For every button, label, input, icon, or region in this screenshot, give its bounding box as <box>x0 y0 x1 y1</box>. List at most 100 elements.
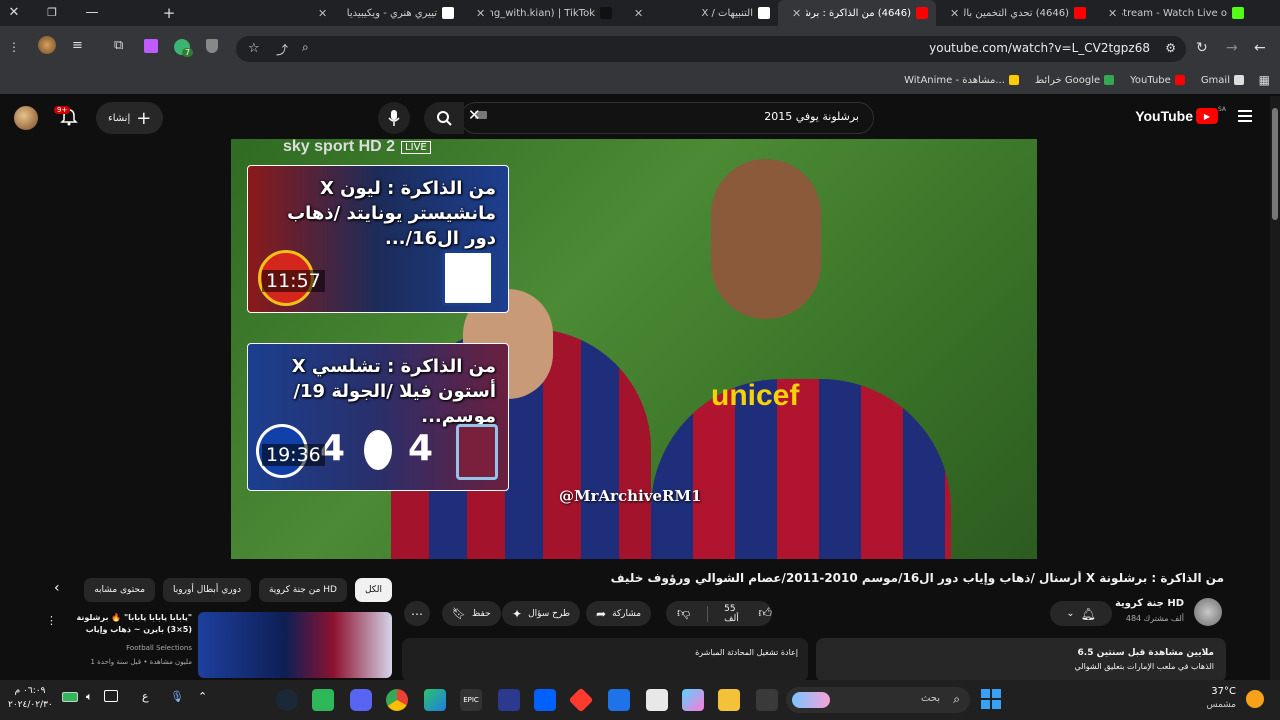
filter-chip[interactable]: دوري أبطال أوروبا <box>163 578 251 602</box>
plus-icon: + <box>136 107 152 129</box>
clear-search-icon[interactable]: ✕ <box>468 106 481 124</box>
close-tab-icon[interactable]: ✕ <box>792 7 801 20</box>
shield-icon[interactable] <box>206 39 218 53</box>
bookmark-item[interactable]: WitAnime - مشاهدة... <box>904 66 1019 94</box>
suggested-video-title[interactable]: "يابابا يابابا يابابا" 🔥 برشلونة (5×3) ب… <box>64 612 193 636</box>
address-bar[interactable]: ☆ ⤴ ⌕ youtube.com/watch?v=L_CV2tgpz68 ⚙ <box>236 36 1186 62</box>
browser-tab[interactable]: ooking_with.kian) | TikTok ✕ <box>462 0 620 26</box>
steam-icon[interactable] <box>276 689 298 711</box>
close-window-icon[interactable]: ✕ <box>6 5 22 21</box>
search-button[interactable] <box>424 102 464 134</box>
filter-chip[interactable]: من جنة كروية HD <box>258 578 347 602</box>
browser-tab[interactable]: تييري هنري - ويكيبيديا ✕ <box>304 0 462 26</box>
account-avatar[interactable] <box>14 106 38 130</box>
extension-icon[interactable] <box>144 39 158 53</box>
zoom-icon[interactable]: ⌕ <box>302 40 309 55</box>
forward-icon[interactable]: → <box>1226 40 1238 56</box>
extensions-icon[interactable]: ⧉ <box>114 38 123 53</box>
browser-tab[interactable]: (4646) من الذاكرة : برشلونة ✕ <box>778 0 936 26</box>
close-tab-icon[interactable]: ✕ <box>1108 7 1117 20</box>
suggested-video-thumbnail[interactable] <box>198 612 392 678</box>
profile-avatar[interactable] <box>38 36 56 54</box>
bookmark-item[interactable]: YouTube <box>1130 66 1185 94</box>
store-icon[interactable] <box>646 689 668 711</box>
chrome-icon[interactable] <box>386 689 408 711</box>
menu-dots-icon[interactable]: ⋮ <box>8 40 22 54</box>
bookmark-item[interactable]: Gmail <box>1201 66 1244 94</box>
live-chat-replay[interactable]: إعادة تشغيل المحادثة المباشرة <box>402 638 808 682</box>
share-button[interactable]: ➦ مشاركة <box>586 601 652 626</box>
url-text[interactable]: youtube.com/watch?v=L_CV2tgpz68 <box>929 41 1150 55</box>
end-card-score-right: 4 <box>408 428 434 469</box>
taskbar-search[interactable]: ⌕ بحث <box>786 687 970 713</box>
language-indicator[interactable]: ع <box>142 690 149 703</box>
filter-chip[interactable]: الكل <box>354 578 392 602</box>
copilot-icon[interactable] <box>682 689 704 711</box>
apps-icon[interactable]: ▦ <box>1259 73 1270 87</box>
app-icon[interactable] <box>312 689 334 711</box>
display-icon[interactable] <box>104 690 118 702</box>
file-explorer-icon[interactable] <box>718 689 740 711</box>
dislike-button[interactable]: 👎︎ <box>666 606 701 621</box>
close-tab-icon[interactable]: ✕ <box>634 7 643 20</box>
channel-name[interactable]: جنة كروية HD <box>1115 598 1184 609</box>
battery-icon[interactable] <box>62 692 78 702</box>
epic-games-icon[interactable]: EPIC <box>460 689 482 711</box>
like-button[interactable]: 👍︎ <box>758 606 772 621</box>
clock-date[interactable]: ٢٠٢٤/٠٢/٣٠ <box>8 700 53 710</box>
channel-avatar[interactable] <box>1194 598 1222 626</box>
restore-window-icon[interactable]: ❐ <box>44 5 60 21</box>
scrollbar-thumb[interactable] <box>1272 108 1278 220</box>
close-tab-icon[interactable]: ✕ <box>950 7 959 20</box>
weather-sun-icon[interactable] <box>1246 690 1264 708</box>
bookmark-star-icon[interactable]: ☆ <box>248 41 260 56</box>
search-input[interactable]: برشلونة يوفي 2015 <box>764 110 859 123</box>
voice-search-button[interactable] <box>378 102 410 134</box>
ask-button[interactable]: ✦ طرح سؤال <box>502 601 581 626</box>
subscribed-button[interactable]: ⌄ 🔔︎ <box>1050 601 1112 626</box>
dropbox-icon[interactable] <box>534 689 556 711</box>
browser-tab[interactable]: (4646) تحدي التخمين بالحرك ✕ <box>936 0 1094 26</box>
chips-scroll-left-icon[interactable]: ‹ <box>54 580 60 596</box>
description-box[interactable]: 6.5 ملايين مشاهدة قبل سنتين الذهاب في مل… <box>816 638 1226 682</box>
suggestion-menu-icon[interactable]: ⋮ <box>46 614 57 627</box>
reload-icon[interactable]: ↻ <box>1196 40 1208 56</box>
create-button[interactable]: إنشاء + <box>96 102 164 134</box>
save-button[interactable]: 🔖︎ حفظ <box>442 601 501 626</box>
end-card-video-1[interactable]: من الذاكرة : ليون X مانشيستر يونايتد /ذه… <box>247 165 509 313</box>
tab-favicon-icon <box>916 7 928 19</box>
discord-icon[interactable] <box>350 689 372 711</box>
browser-tab[interactable]: Firas Stream - Watch Live o ✕ <box>1094 0 1252 26</box>
video-title: من الذاكرة : برشلونة X أرسنال /ذهاب وإيا… <box>610 571 1224 585</box>
install-app-icon[interactable]: ⤴ <box>276 41 288 58</box>
page-scrollbar[interactable] <box>1270 96 1280 680</box>
new-tab-button[interactable]: + <box>160 4 178 22</box>
back-icon[interactable]: ← <box>1254 40 1266 56</box>
more-actions-button[interactable]: ⋯ <box>404 601 430 626</box>
volume-icon[interactable]: 🔈︎ <box>86 690 93 704</box>
close-tab-icon[interactable]: ✕ <box>476 7 485 20</box>
filter-chip[interactable]: محتوى مشابه <box>84 578 156 602</box>
search-box[interactable]: برشلونة يوفي 2015 <box>460 102 874 134</box>
tray-chevron-icon[interactable]: ⌃ <box>198 690 207 703</box>
start-button[interactable] <box>980 688 1002 710</box>
minimize-window-icon[interactable]: — <box>84 5 100 21</box>
clock-time[interactable]: ٠٦:٠٩ م <box>10 686 50 696</box>
live-chat-label[interactable]: إعادة تشغيل المحادثة المباشرة <box>695 648 798 657</box>
outlook-icon[interactable] <box>608 689 630 711</box>
close-tab-icon[interactable]: ✕ <box>318 7 327 20</box>
edge-icon[interactable] <box>424 689 446 711</box>
site-settings-icon[interactable]: ⚙ <box>1165 41 1176 55</box>
video-player[interactable]: unicef sky sport HD 2 LIVE @MrArchiveRM1… <box>231 139 1037 559</box>
microphone-icon[interactable]: 🎙︎ <box>170 690 184 703</box>
bookmark-item[interactable]: خرائط Google <box>1035 66 1115 94</box>
microphone-icon <box>388 110 400 126</box>
hamburger-menu-icon[interactable] <box>1238 110 1252 124</box>
task-view-icon[interactable] <box>756 689 778 711</box>
end-card-video-2[interactable]: من الذاكرة : تشلسي X أستون فيلا /الجولة … <box>247 343 509 491</box>
youtube-logo[interactable]: YouTube ▶ <box>1135 108 1218 124</box>
browser-tab[interactable]: التنبيهات / X ✕ <box>620 0 778 26</box>
app-icon[interactable] <box>498 689 520 711</box>
suggested-video-channel[interactable]: Football Selections <box>64 644 192 652</box>
media-control-icon[interactable]: ≡ <box>72 38 83 53</box>
